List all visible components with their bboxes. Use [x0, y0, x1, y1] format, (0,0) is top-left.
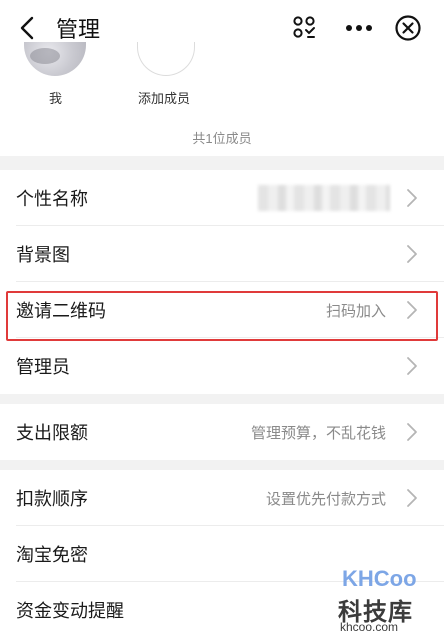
row-label: 个性名称 [16, 189, 88, 209]
members-section: 我 添加成员 共1位成员 [0, 42, 444, 156]
row-spending-limit[interactable]: 支出限额 管理预算，不乱花钱 [0, 404, 444, 460]
row-label: 资金变动提醒 [16, 601, 124, 621]
chevron-right-icon [407, 489, 417, 507]
row-label: 背景图 [16, 245, 70, 265]
row-payment-order[interactable]: 扣款顺序 设置优先付款方式 [0, 470, 444, 526]
watermark-domain: khcoo.com [340, 620, 399, 634]
scan-qr-icon[interactable] [292, 15, 318, 41]
row-nickname[interactable]: 个性名称 [0, 170, 444, 226]
chevron-right-icon [407, 357, 417, 375]
row-value: 管理预算，不乱花钱 [250, 424, 386, 442]
watermark-brand: KHCoo [342, 566, 417, 591]
row-value: 扫码加入 [325, 302, 386, 320]
chevron-right-icon [407, 189, 417, 207]
row-value: 设置优先付款方式 [265, 490, 386, 508]
add-member-label[interactable]: 添加成员 [138, 88, 190, 107]
page-title: 管理 [56, 17, 101, 42]
blurred-name-value [258, 185, 390, 211]
row-label: 扣款顺序 [16, 489, 88, 509]
member-label-me: 我 [49, 91, 63, 106]
chevron-right-icon [407, 245, 417, 263]
row-invite-qr[interactable]: 邀请二维码 扫码加入 [0, 282, 444, 338]
row-background-image[interactable]: 背景图 [0, 226, 444, 282]
row-label: 淘宝免密 [16, 545, 88, 565]
chevron-right-icon [407, 423, 417, 441]
chevron-right-icon [407, 301, 417, 319]
member-count: 共1位成员 [192, 131, 252, 146]
back-chevron-icon[interactable] [14, 14, 40, 42]
row-label: 支出限额 [16, 423, 88, 443]
row-admin[interactable]: 管理员 [0, 338, 444, 394]
add-member-button[interactable] [137, 42, 195, 76]
settings-group-2: 支出限额 管理预算，不乱花钱 [0, 404, 444, 460]
close-circle-icon[interactable] [394, 14, 422, 42]
avatar[interactable] [24, 42, 86, 76]
row-label: 管理员 [16, 357, 70, 377]
row-label: 邀请二维码 [16, 301, 106, 321]
watermark: KHCoo 科技库 khcoo.com [338, 566, 438, 636]
settings-group-1: 个性名称 背景图 邀请二维码 扫码加入 管理员 [0, 170, 444, 394]
more-dots-icon[interactable] [345, 15, 373, 41]
